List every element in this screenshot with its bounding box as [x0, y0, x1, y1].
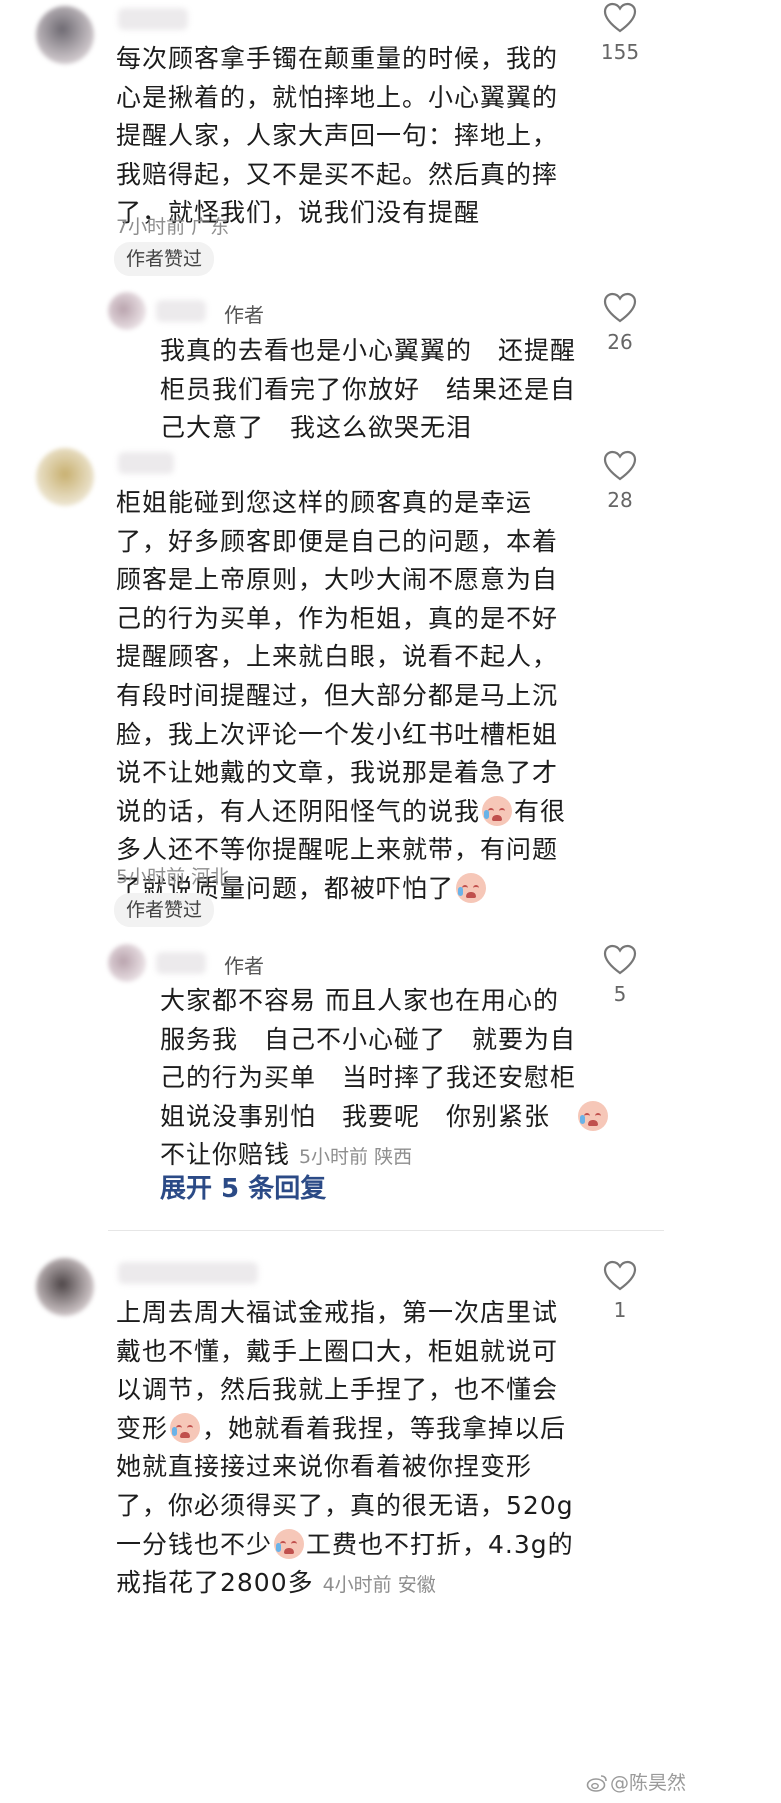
author-liked-badge: 作者赞过: [114, 242, 215, 276]
reply-line: 我真的去看也是小心翼翼的 还提醒: [160, 336, 577, 365]
heart-outline-icon: [603, 944, 637, 975]
comment-line: 了，你必须得买了，真的很无语，520g: [116, 1490, 574, 1520]
like-button[interactable]: 5: [590, 944, 650, 1006]
expand-replies-button[interactable]: 展开 5 条回复: [160, 1168, 326, 1205]
comment-line: 顾客是上帝原则，大吵大闹不愿意为自: [116, 565, 559, 595]
comment-line: 有段时间提醒过，但大部分都是马上沉: [116, 680, 559, 710]
comment-line: 了，好多顾客即便是自己的问题，本着: [116, 526, 559, 556]
reply-line: 己大意了 我这么欲哭无泪: [160, 413, 473, 443]
comment-meta: 5小时前 河北: [116, 866, 230, 888]
reply-line: 服务我 自己不小心碰了 就要为自: [160, 1024, 577, 1054]
comment-line: 每次顾客拿手镯在颠重量的时候，我的: [116, 44, 559, 73]
watermark: @陈昊然: [586, 1768, 686, 1795]
heart-outline-icon: [603, 292, 637, 323]
comment-line: 戴也不懂，戴手上圈口大，柜姐就说可: [116, 1336, 559, 1366]
avatar[interactable]: [108, 292, 146, 330]
comment-text-segment: 有很: [514, 796, 567, 826]
like-button[interactable]: 1: [590, 1260, 650, 1322]
comment-line: 柜姐能碰到您这样的顾客真的是幸运: [116, 488, 533, 517]
comment-text-segment: 说的话，有人还阴阳怪气的说我: [116, 796, 481, 826]
reply-line: 大家都不容易 而且人家也在用心的: [160, 986, 559, 1015]
crying-face-emoji: [170, 1412, 201, 1443]
like-count: 28: [607, 488, 633, 512]
author-tag: 作者: [224, 954, 264, 978]
weibo-logo-icon: [586, 1775, 607, 1792]
username[interactable]: [156, 952, 206, 974]
reply-body: 我真的去看也是小心翼翼的 还提醒 柜员我们看完了你放好 结果还是自 己大意了 我…: [160, 332, 576, 448]
reply-meta: 5小时前 陕西: [298, 1146, 413, 1169]
comment-body: 柜姐能碰到您这样的顾客真的是幸运 了，好多顾客即便是自己的问题，本着 顾客是上帝…: [116, 484, 566, 909]
like-button[interactable]: 28: [590, 450, 650, 512]
author-tag: 作者: [224, 303, 264, 327]
reply-text-segment: 不让你赔钱: [160, 1140, 291, 1170]
watermark-text: @陈昊然: [610, 1772, 687, 1794]
like-button[interactable]: 155: [590, 2, 650, 64]
reply-line: 柜员我们看完了你放好 结果还是自: [160, 374, 577, 404]
crying-face-emoji: [274, 1528, 305, 1559]
avatar[interactable]: [108, 944, 146, 982]
comment-body: 每次顾客拿手镯在颠重量的时候，我的 心是揪着的，就怕摔地上。小心翼翼的 提醒人家…: [116, 40, 558, 233]
reply-line: 姐说没事别怕 我要呢 你别紧张: [160, 1098, 610, 1137]
comment-line: 我赔得起，又不是买不起。然后真的摔: [116, 159, 559, 189]
comment-line: 她就直接接过来说你看着被你捏变形: [116, 1452, 533, 1482]
comment-text-segment: 工费也不打折，4.3g的: [306, 1529, 574, 1559]
comment-text-segment: 变形: [116, 1413, 169, 1443]
crying-face-emoji: [482, 795, 513, 826]
comment-line: 心是揪着的，就怕摔地上。小心翼翼的: [116, 82, 559, 112]
comment-text-segment: ，她就看着我捏，等我拿掉以后: [202, 1413, 567, 1443]
comment-line: 一分钱也不少 工费也不打折，4.3g的: [116, 1526, 574, 1565]
comment-line: 上周去周大福试金戒指，第一次店里试: [116, 1298, 559, 1327]
comment-line: 说不让她戴的文章，我说那是着急了才: [116, 758, 559, 788]
username[interactable]: [118, 1262, 258, 1284]
avatar[interactable]: [36, 6, 94, 64]
comment-line: 提醒顾客，上来就白眼，说看不起人，: [116, 642, 559, 672]
username[interactable]: [118, 8, 188, 30]
comment-line: 说的话，有人还阴阳怪气的说我 有很: [116, 793, 566, 832]
reply-text-segment: 姐说没事别怕 我要呢 你别紧张: [160, 1101, 577, 1131]
divider: [108, 1230, 664, 1231]
comment-text-segment: 戒指花了2800多: [116, 1568, 314, 1598]
comment-text-segment: 一分钱也不少: [116, 1529, 273, 1559]
username[interactable]: [156, 300, 206, 322]
heart-outline-icon: [603, 450, 637, 481]
reply-line: 己的行为买单 当时摔了我还安慰柜: [160, 1063, 577, 1093]
like-count: 1: [613, 1298, 627, 1322]
comment-line: 脸，我上次评论一个发小红书吐槽柜姐: [116, 719, 559, 749]
comment-line: 以调节，然后我就上手捏了，也不懂会: [116, 1375, 559, 1405]
like-count: 155: [600, 40, 640, 64]
comment-line: 变形 ，她就看着我捏，等我拿掉以后: [116, 1410, 574, 1449]
heart-outline-icon: [603, 2, 637, 33]
crying-face-emoji: [578, 1100, 609, 1131]
like-count: 5: [613, 982, 627, 1006]
like-button[interactable]: 26: [590, 292, 650, 354]
comment-line: 戒指花了2800多 4小时前 安徽: [116, 1564, 574, 1603]
reply-body: 大家都不容易 而且人家也在用心的 服务我 自己不小心碰了 就要为自 己的行为买单…: [160, 982, 610, 1175]
comment-line: 提醒人家，人家大声回一句：摔地上，: [116, 121, 559, 151]
crying-face-emoji: [456, 872, 487, 903]
avatar[interactable]: [36, 448, 94, 506]
avatar[interactable]: [36, 1258, 94, 1316]
comment-meta: 7小时前 广东: [116, 216, 230, 238]
comment-line: 己的行为买单，作为柜姐，真的是不好: [116, 603, 559, 633]
like-count: 26: [607, 330, 633, 354]
heart-outline-icon: [603, 1260, 637, 1291]
author-liked-badge: 作者赞过: [114, 893, 215, 927]
username[interactable]: [118, 452, 174, 474]
comment-body: 上周去周大福试金戒指，第一次店里试 戴也不懂，戴手上圈口大，柜姐就说可 以调节，…: [116, 1294, 574, 1603]
comment-meta: 4小时前 安徽: [322, 1574, 436, 1597]
